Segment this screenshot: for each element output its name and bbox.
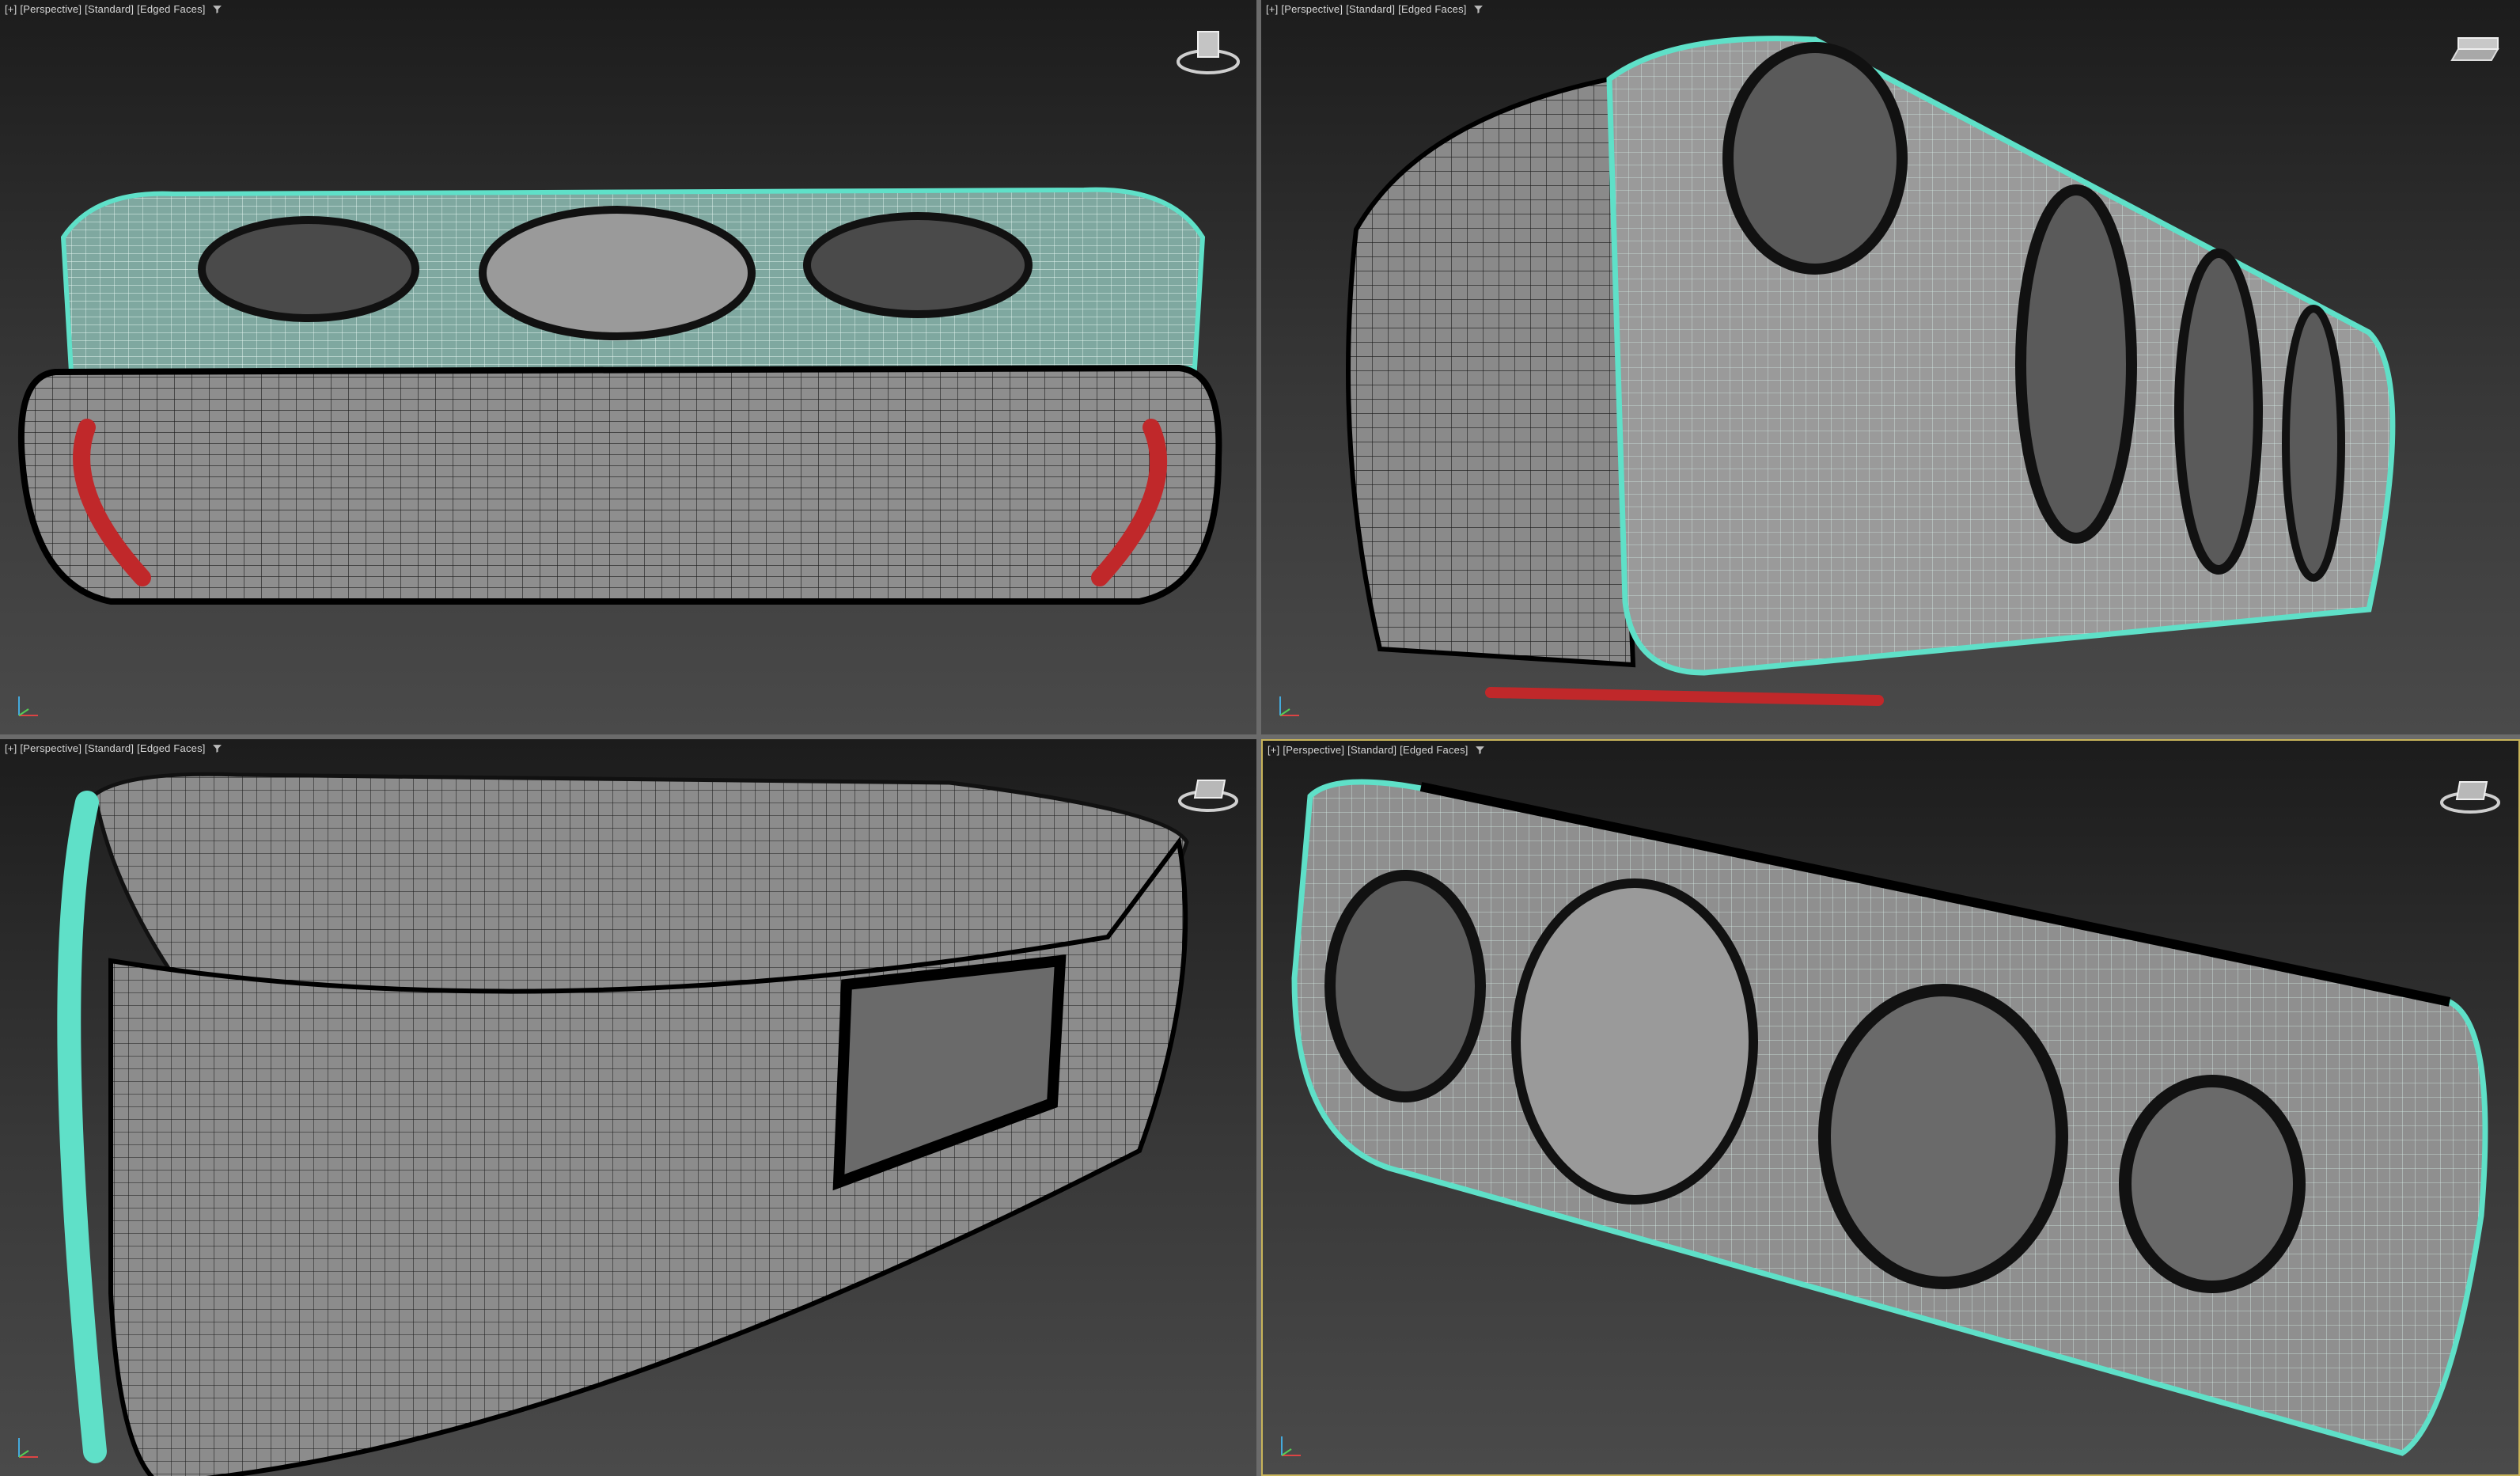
viewport-display-label[interactable]: [Edged Faces] (1398, 3, 1466, 15)
viewport-shading-label[interactable]: [Standard] (85, 742, 134, 754)
viewport-shading-label[interactable]: [Standard] (1346, 3, 1395, 15)
filter-icon[interactable] (212, 743, 222, 753)
axis-tripod-icon (18, 1438, 38, 1458)
viewcube-icon[interactable] (2436, 21, 2507, 79)
viewport-menu-plus[interactable]: [+] (1268, 744, 1279, 756)
viewcube-icon[interactable] (2435, 761, 2506, 820)
viewport-view-label[interactable]: [Perspective] (1283, 744, 1344, 756)
viewcube-icon[interactable] (1173, 760, 1244, 818)
viewport-label[interactable]: [+] [Perspective] [Standard] [Edged Face… (1266, 3, 1484, 15)
viewport-menu-plus[interactable]: [+] (1266, 3, 1278, 15)
viewport-bottom-right[interactable]: [+] [Perspective] [Standard] [Edged Face… (1261, 739, 2520, 1476)
axis-tripod-icon (1279, 696, 1299, 716)
viewcube-icon[interactable] (1173, 21, 1244, 79)
viewport-view-label[interactable]: [Perspective] (1281, 3, 1343, 15)
filter-icon[interactable] (1475, 745, 1485, 755)
speaker-mesh-front-view[interactable] (0, 0, 1256, 734)
speaker-mesh-side-view[interactable] (1263, 741, 2518, 1474)
viewport-menu-plus[interactable]: [+] (5, 3, 17, 15)
viewport-menu-plus[interactable]: [+] (5, 742, 17, 754)
viewport-view-label[interactable]: [Perspective] (20, 742, 81, 754)
axis-tripod-icon (1281, 1436, 1301, 1456)
viewport-display-label[interactable]: [Edged Faces] (1400, 744, 1468, 756)
viewport-display-label[interactable]: [Edged Faces] (137, 3, 205, 15)
filter-icon[interactable] (212, 4, 222, 14)
filter-icon[interactable] (1473, 4, 1484, 14)
viewport-view-label[interactable]: [Perspective] (20, 3, 81, 15)
viewport-shading-label[interactable]: [Standard] (85, 3, 134, 15)
viewport-label[interactable]: [+] [Perspective] [Standard] [Edged Face… (5, 742, 222, 754)
viewport-bottom-left[interactable]: [+] [Perspective] [Standard] [Edged Face… (0, 739, 1256, 1476)
axis-tripod-icon (18, 696, 38, 716)
viewport-shading-label[interactable]: [Standard] (1347, 744, 1396, 756)
viewport-label[interactable]: [+] [Perspective] [Standard] [Edged Face… (1268, 744, 1485, 756)
viewport-top-left[interactable]: [+] [Perspective] [Standard] [Edged Face… (0, 0, 1256, 734)
speaker-mesh-angled-view[interactable] (1261, 0, 2520, 734)
speaker-mesh-back-view[interactable] (0, 739, 1256, 1476)
viewport-display-label[interactable]: [Edged Faces] (137, 742, 205, 754)
viewport-label[interactable]: [+] [Perspective] [Standard] [Edged Face… (5, 3, 222, 15)
viewport-top-right[interactable]: [+] [Perspective] [Standard] [Edged Face… (1261, 0, 2520, 734)
